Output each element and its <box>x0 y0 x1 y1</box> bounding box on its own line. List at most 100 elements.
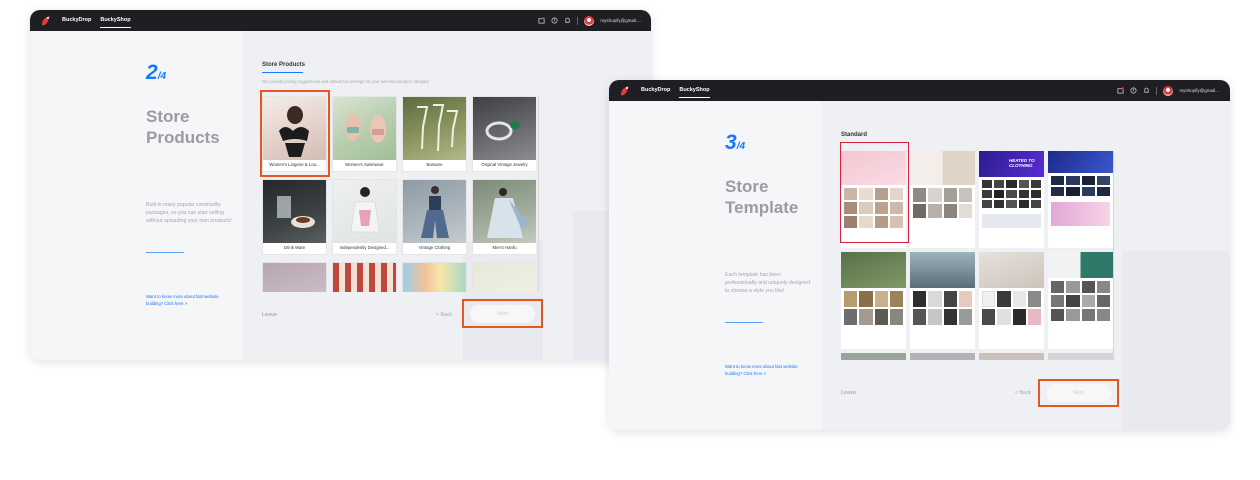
product-image <box>333 263 396 292</box>
template-thumb <box>844 309 858 325</box>
template-thumb <box>1081 309 1095 321</box>
template-thumb <box>1066 309 1080 321</box>
template-card[interactable] <box>1048 252 1113 349</box>
help-icon[interactable] <box>551 17 558 24</box>
nav-tab-buckyshop[interactable]: BuckyShop <box>679 80 710 101</box>
step-description: Each template has been professionally an… <box>725 272 811 294</box>
grid-scrollbar[interactable] <box>1113 151 1114 361</box>
product-image <box>403 263 466 292</box>
template-card[interactable] <box>979 353 1044 360</box>
product-card[interactable]: Women's Swimwear <box>332 96 397 172</box>
template-thumb <box>1096 187 1110 196</box>
store-template-window: BuckyDrop BuckyShop myshopify@gmail.... … <box>609 80 1230 430</box>
leave-button[interactable]: Leave <box>841 390 856 396</box>
bell-icon[interactable] <box>1143 87 1150 94</box>
template-hero <box>1048 151 1113 173</box>
template-thumb <box>982 200 993 208</box>
product-card-label: Barware <box>426 162 443 167</box>
product-card-label: Original Vintage Jewelry <box>481 162 528 167</box>
product-card[interactable]: Original Vintage Jewelry <box>472 96 536 172</box>
product-image <box>473 97 536 160</box>
template-thumb <box>1081 295 1095 307</box>
template-hero <box>1048 252 1113 278</box>
account-email[interactable]: myshopify@gmail.... <box>600 18 641 23</box>
template-card[interactable] <box>1048 151 1113 248</box>
buckydrop-logo-icon[interactable] <box>40 15 52 27</box>
template-hero: HEATED TO CLOTHING <box>979 151 1044 177</box>
product-card[interactable]: Men's Hanfu <box>472 179 536 255</box>
step-indicator: 2/4 <box>146 61 166 85</box>
template-thumb <box>958 188 972 202</box>
template-thumb <box>889 291 903 307</box>
template-card[interactable] <box>910 353 975 360</box>
step-divider <box>146 252 184 253</box>
nav-tab-buckydrop[interactable]: BuckyDrop <box>641 80 670 101</box>
nav-tab-buckydrop[interactable]: BuckyDrop <box>62 10 91 31</box>
template-thumb <box>1096 176 1110 185</box>
next-button-highlight <box>462 299 543 328</box>
leave-button[interactable]: Leave <box>262 312 277 318</box>
product-card-label: Vintage Clothing <box>418 245 451 250</box>
product-card[interactable]: Vintage Clothing <box>402 179 467 255</box>
bell-icon[interactable] <box>564 17 571 24</box>
help-icon[interactable] <box>1130 87 1137 94</box>
learn-more-link[interactable]: Want to know more about fast website bui… <box>146 294 236 307</box>
buckydrop-logo-icon[interactable] <box>619 85 631 97</box>
store-icon[interactable] <box>538 17 546 24</box>
template-product-grid <box>979 177 1044 211</box>
template-card[interactable] <box>1048 353 1113 360</box>
template-product-grid <box>1048 278 1113 324</box>
screenshot-canvas: BuckyDrop BuckyShop myshopify@gmail.... … <box>0 0 1260 480</box>
template-card[interactable] <box>979 252 1044 349</box>
section-title: Standard <box>841 132 868 138</box>
back-button[interactable]: < Back <box>1015 390 1031 396</box>
next-button-highlight <box>1038 379 1119 407</box>
avatar[interactable] <box>584 15 595 26</box>
template-card[interactable] <box>841 252 906 349</box>
product-card-label: Men's Hanfu <box>492 245 517 250</box>
template-thumb <box>1012 291 1026 307</box>
grid-scrollbar[interactable] <box>538 96 539 292</box>
template-thumb <box>1018 180 1029 188</box>
product-card[interactable] <box>332 262 397 292</box>
template-thumb <box>943 291 957 307</box>
template-hero <box>910 252 975 288</box>
template-thumb <box>859 291 873 307</box>
template-thumb <box>1006 190 1017 198</box>
top-nav-bar: BuckyDrop BuckyShop myshopify@gmail.... <box>609 80 1230 101</box>
template-thumb <box>859 309 873 325</box>
back-button[interactable]: < Back <box>436 312 452 318</box>
template-thumb <box>844 291 858 307</box>
template-card[interactable] <box>841 353 906 360</box>
product-card[interactable] <box>402 262 467 292</box>
nav-tab-buckyshop[interactable]: BuckyShop <box>100 10 131 31</box>
product-card[interactable] <box>262 262 327 292</box>
template-thumb <box>1066 295 1080 307</box>
account-email[interactable]: myshopify@gmail.... <box>1179 88 1220 93</box>
step-title: Store Template <box>725 177 799 217</box>
template-card[interactable] <box>910 151 975 248</box>
template-thumb <box>1066 281 1080 293</box>
avatar[interactable] <box>1163 85 1174 96</box>
template-thumb <box>1018 200 1029 208</box>
section-title: Store Products <box>262 62 306 68</box>
product-card[interactable]: Barware <box>402 96 467 172</box>
product-card-label: Women's Swimwear <box>345 162 384 167</box>
template-banner <box>1051 202 1110 226</box>
section-title-underline <box>262 72 303 73</box>
products-panel: Store Products We provide pricing sugges… <box>243 31 651 360</box>
template-thumb <box>982 190 993 198</box>
product-card[interactable] <box>472 262 536 292</box>
template-card[interactable]: HEATED TO CLOTHING <box>979 151 1044 248</box>
product-card[interactable]: Drink Ware <box>262 179 327 255</box>
product-image <box>333 97 396 160</box>
store-icon[interactable] <box>1117 87 1125 94</box>
product-card[interactable]: Independently Designed... <box>332 179 397 255</box>
template-card[interactable] <box>910 252 975 349</box>
step-total: /4 <box>736 141 746 152</box>
template-thumb <box>1030 190 1041 198</box>
template-thumb <box>928 204 942 218</box>
template-product-grid <box>841 288 906 328</box>
template-thumb <box>913 204 927 218</box>
learn-more-link[interactable]: Want to know more about fast website bui… <box>725 364 815 377</box>
